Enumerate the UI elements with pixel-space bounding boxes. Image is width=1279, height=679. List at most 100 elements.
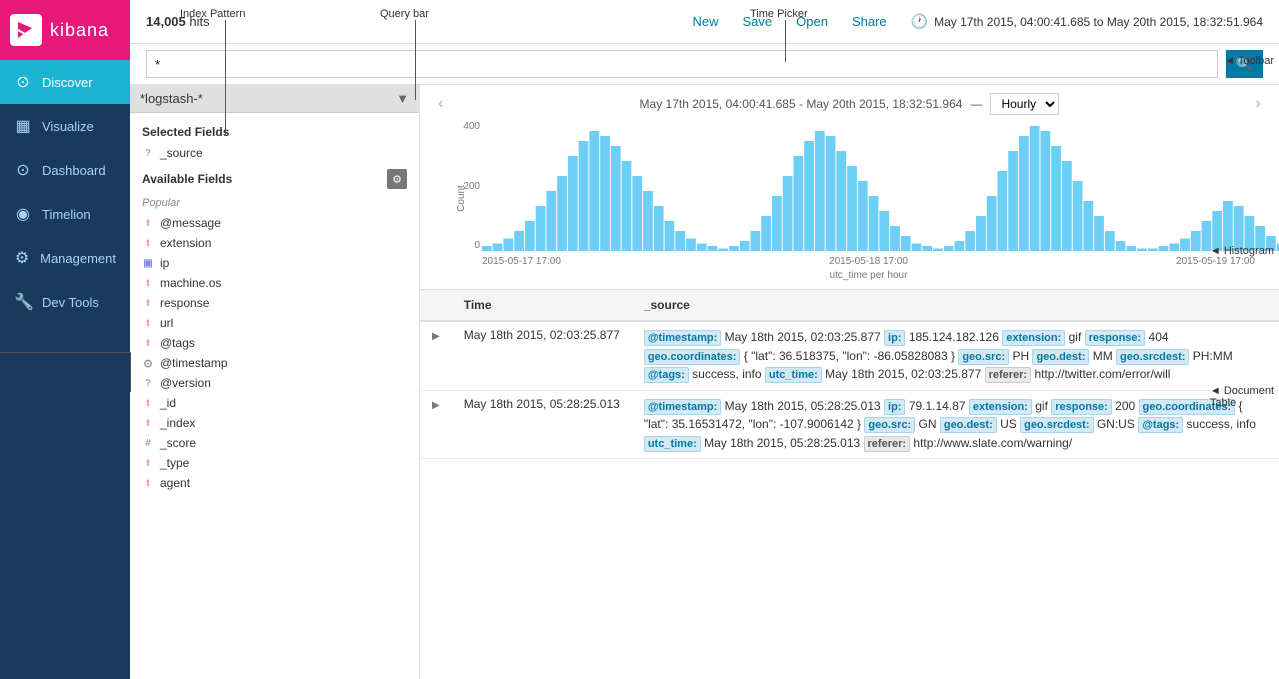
kibana-logo[interactable]: kibana [0, 0, 130, 60]
field-item-extension[interactable]: t extension [130, 233, 419, 253]
field-item-type[interactable]: t _type [130, 453, 419, 473]
histogram-forward-button[interactable]: › [1254, 93, 1263, 115]
available-fields-header: Available Fields ⚙ [130, 163, 419, 193]
field-badge: geo.coordinates: [644, 349, 741, 365]
query-bar: 🔍 [130, 44, 1279, 85]
field-badge: extension: [969, 399, 1032, 415]
field-name: _id [160, 396, 176, 410]
field-type-t-icon: t [142, 218, 154, 229]
field-item-index[interactable]: t _index [130, 413, 419, 433]
compass-icon: ⊙ [14, 72, 32, 92]
open-button[interactable]: Open [792, 12, 832, 31]
field-item-version[interactable]: ? @version [130, 373, 419, 393]
document-table-container: Time _source ▶ May 18th 2015, 02:03:25.87… [420, 290, 1279, 679]
field-item-ip[interactable]: ▣ ip [130, 253, 419, 273]
field-badge: response: [1051, 399, 1112, 415]
field-type-t-icon: t [142, 318, 154, 329]
histogram-time-range: May 17th 2015, 04:00:41.685 - May 20th 2… [640, 93, 1060, 115]
field-badge: ip: [884, 330, 905, 346]
sidebar-item-timelion-label: Timelion [42, 207, 91, 222]
field-item-message[interactable]: t @message [130, 213, 419, 233]
field-name: _source [160, 146, 203, 160]
index-pattern-name: *logstash-* [140, 91, 203, 106]
field-badge: @tags: [644, 367, 689, 383]
fields-container: Selected Fields ? _source Available Fiel… [130, 113, 419, 679]
field-name: _score [160, 436, 196, 450]
field-type-t-icon: t [142, 418, 154, 429]
field-badge: @tags: [1138, 417, 1183, 433]
field-name: _type [160, 456, 189, 470]
sidebar-item-dashboard[interactable]: ⊙ Dashboard [0, 148, 130, 192]
field-badge: geo.src: [864, 417, 915, 433]
save-button[interactable]: Save [738, 12, 776, 31]
field-badge: geo.dest: [940, 417, 997, 433]
field-item-id[interactable]: t _id [130, 393, 419, 413]
field-item-url[interactable]: t url [130, 313, 419, 333]
search-button[interactable]: 🔍 [1226, 50, 1263, 78]
query-input[interactable] [146, 50, 1218, 78]
available-fields-label: Available Fields [142, 172, 232, 186]
field-badge: geo.srcdest: [1116, 349, 1189, 365]
field-item-tags[interactable]: t @tags [130, 333, 419, 353]
time-cell: May 18th 2015, 05:28:25.013 [452, 390, 632, 459]
field-badge: @timestamp: [644, 330, 721, 346]
time-col-header: Time [452, 290, 632, 321]
field-item-response[interactable]: t response [130, 293, 419, 313]
wrench-icon: 🔧 [14, 292, 32, 312]
sidebar-item-devtools[interactable]: 🔧 Dev Tools [0, 280, 130, 324]
field-badge: ip: [884, 399, 905, 415]
field-badge: response: [1085, 330, 1146, 346]
sidebar-item-timelion[interactable]: ◉ Timelion [0, 192, 130, 236]
time-picker[interactable]: 🕐 May 17th 2015, 04:00:41.685 to May 20t… [911, 13, 1263, 30]
field-item-agent[interactable]: t agent [130, 473, 419, 493]
share-button[interactable]: Share [848, 12, 891, 31]
clock-icon: 🕐 [911, 13, 928, 30]
field-badge: utc_time: [644, 436, 701, 452]
histogram-header: ‹ May 17th 2015, 04:00:41.685 - May 20th… [436, 93, 1263, 115]
expand-row-button[interactable]: ▶ [432, 400, 440, 411]
interval-select[interactable]: Hourly [990, 93, 1059, 115]
sidebar-item-discover[interactable]: ⊙ Discover [0, 60, 130, 104]
field-type-q-icon: ? [142, 378, 154, 389]
sidebar-item-management[interactable]: ⚙ Management [0, 236, 130, 280]
expand-row-button[interactable]: ▶ [432, 331, 440, 342]
field-item-machine-os[interactable]: t machine.os [130, 273, 419, 293]
selected-fields-header: Selected Fields [130, 119, 419, 143]
time-cell: May 18th 2015, 02:03:25.877 [452, 321, 632, 390]
kibana-logo-icon [10, 14, 42, 46]
field-type-t-icon: t [142, 398, 154, 409]
toolbar: 14,005 hits New Save Open Share 🕐 May 17… [130, 0, 1279, 44]
right-panel: ‹ May 17th 2015, 04:00:41.685 - May 20th… [420, 85, 1279, 679]
histogram-back-button[interactable]: ‹ [436, 93, 445, 115]
sidebar-item-devtools-label: Dev Tools [42, 295, 99, 310]
field-name: machine.os [160, 276, 221, 290]
bar-chart-icon: ▦ [14, 116, 32, 136]
field-badge: geo.srcdest: [1020, 417, 1093, 433]
new-button[interactable]: New [688, 12, 722, 31]
index-pattern-bar[interactable]: *logstash-* ▼ [130, 85, 419, 113]
table-row: ▶May 18th 2015, 02:03:25.877@timestamp: … [420, 321, 1279, 390]
kibana-logo-text: kibana [50, 20, 109, 41]
popular-label: Popular [130, 193, 419, 213]
field-type-t-icon: t [142, 278, 154, 289]
field-type-t-icon: t [142, 338, 154, 349]
document-table-body: ▶May 18th 2015, 02:03:25.877@timestamp: … [420, 321, 1279, 459]
fields-gear-button[interactable]: ⚙ [387, 169, 407, 189]
hits-count: 14,005 hits [146, 14, 210, 29]
field-badge: referer: [864, 436, 911, 452]
document-table: Time _source ▶ May 18th 2015, 02:03:25.87… [420, 290, 1279, 459]
expand-col-header [420, 290, 452, 321]
index-pattern-caret-icon[interactable]: ▼ [396, 91, 409, 106]
field-name: agent [160, 476, 190, 490]
field-type-t-icon: t [142, 458, 154, 469]
time-range-display: May 17th 2015, 04:00:41.685 to May 20th … [934, 15, 1263, 29]
sidebar-item-dashboard-label: Dashboard [42, 163, 106, 178]
histogram-range-text: May 17th 2015, 04:00:41.685 - May 20th 2… [640, 97, 963, 111]
source-field-item[interactable]: ? _source [130, 143, 419, 163]
field-item-score[interactable]: # _score [130, 433, 419, 453]
field-item-timestamp[interactable]: ⊙ @timestamp [130, 353, 419, 373]
histogram-area: ‹ May 17th 2015, 04:00:41.685 - May 20th… [420, 85, 1279, 290]
toolbar-actions: New Save Open Share [688, 12, 890, 31]
table-header-row: Time _source [420, 290, 1279, 321]
sidebar-item-visualize[interactable]: ▦ Visualize [0, 104, 130, 148]
